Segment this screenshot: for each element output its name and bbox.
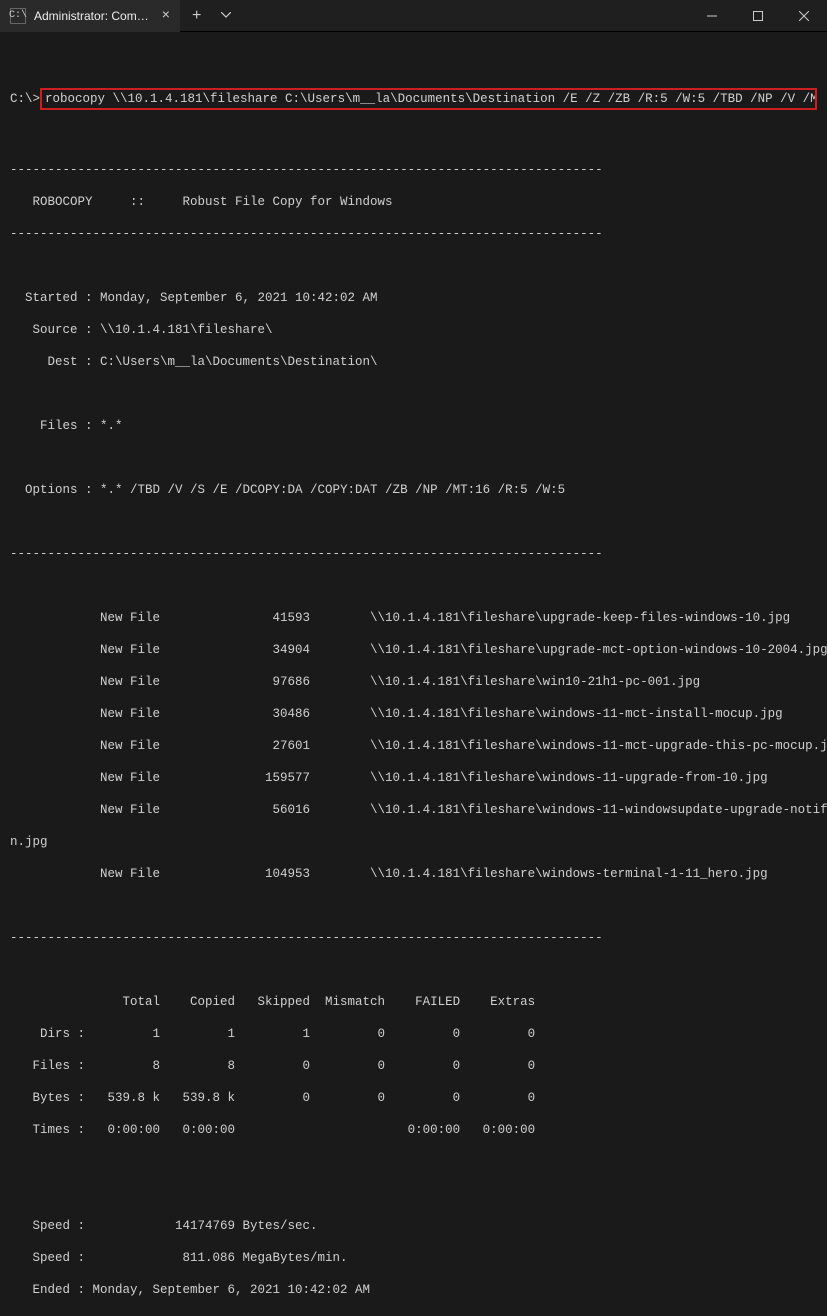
divider: ----------------------------------------…	[10, 162, 817, 178]
file-row: New File 41593 \\10.1.4.181\fileshare\up…	[10, 610, 817, 626]
stats-bytes: Bytes : 539.8 k 539.8 k 0 0 0 0	[10, 1090, 817, 1106]
prompt: C:\>	[10, 91, 40, 107]
maximize-button[interactable]	[735, 0, 781, 32]
divider: ----------------------------------------…	[10, 930, 817, 946]
stats-times: Times : 0:00:00 0:00:00 0:00:00 0:00:00	[10, 1122, 817, 1138]
tab-title: Administrator: Command Promp	[34, 9, 150, 23]
new-tab-button[interactable]: +	[180, 7, 213, 25]
stats-header: Total Copied Skipped Mismatch FAILED Ext…	[10, 994, 817, 1010]
cmd-icon: C:\	[10, 8, 26, 24]
tab-active[interactable]: C:\ Administrator: Command Promp ×	[0, 0, 180, 32]
file-row: New File 97686 \\10.1.4.181\fileshare\wi…	[10, 674, 817, 690]
command-highlight: robocopy \\10.1.4.181\fileshare C:\Users…	[40, 88, 817, 110]
tab-close-icon[interactable]: ×	[162, 8, 170, 24]
file-row: New File 159577 \\10.1.4.181\fileshare\w…	[10, 770, 817, 786]
speed-line: Speed : 14174769 Bytes/sec.	[10, 1218, 817, 1234]
file-row: New File 27601 \\10.1.4.181\fileshare\wi…	[10, 738, 817, 754]
stats-files: Files : 8 8 0 0 0 0	[10, 1058, 817, 1074]
divider: ----------------------------------------…	[10, 546, 817, 562]
title-bar: C:\ Administrator: Command Promp × +	[0, 0, 827, 32]
file-row: New File 30486 \\10.1.4.181\fileshare\wi…	[10, 706, 817, 722]
stats-dirs: Dirs : 1 1 1 0 0 0	[10, 1026, 817, 1042]
speed-line: Speed : 811.086 MegaBytes/min.	[10, 1250, 817, 1266]
minimize-button[interactable]	[689, 0, 735, 32]
started-line: Started : Monday, September 6, 2021 10:4…	[10, 290, 817, 306]
divider: ----------------------------------------…	[10, 226, 817, 242]
dest-line: Dest : C:\Users\m__la\Documents\Destinat…	[10, 354, 817, 370]
options-line: Options : *.* /TBD /V /S /E /DCOPY:DA /C…	[10, 482, 817, 498]
file-row: New File 34904 \\10.1.4.181\fileshare\up…	[10, 642, 817, 658]
source-line: Source : \\10.1.4.181\fileshare\	[10, 322, 817, 338]
robocopy-banner: ROBOCOPY :: Robust File Copy for Windows	[10, 194, 817, 210]
close-button[interactable]	[781, 0, 827, 32]
file-row: New File 104953 \\10.1.4.181\fileshare\w…	[10, 866, 817, 882]
files-line: Files : *.*	[10, 418, 817, 434]
file-row-wrap: n.jpg	[10, 834, 817, 850]
window-controls	[689, 0, 827, 32]
tab-dropdown-button[interactable]	[213, 10, 239, 22]
command-line: C:\>robocopy \\10.1.4.181\fileshare C:\U…	[10, 88, 817, 110]
terminal-output[interactable]: C:\>robocopy \\10.1.4.181\fileshare C:\U…	[0, 32, 827, 1316]
file-row: New File 56016 \\10.1.4.181\fileshare\wi…	[10, 802, 817, 818]
ended-line: Ended : Monday, September 6, 2021 10:42:…	[10, 1282, 817, 1298]
